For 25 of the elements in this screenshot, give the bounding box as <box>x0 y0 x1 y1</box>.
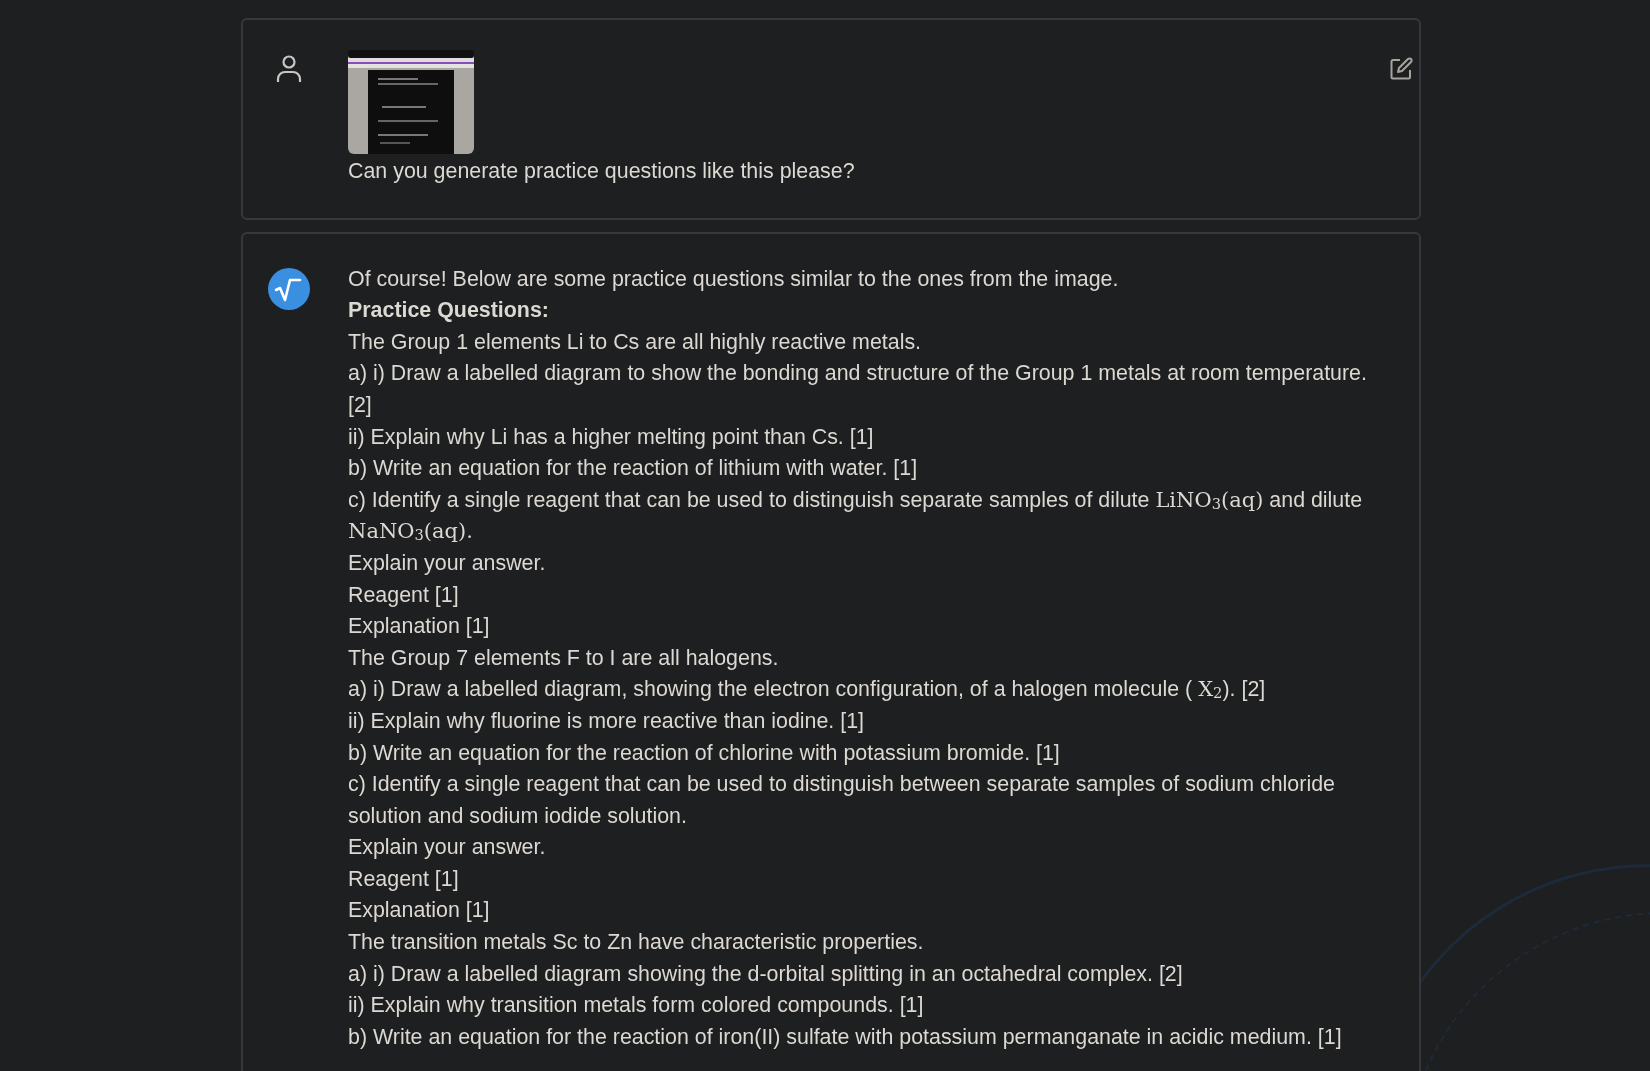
message-text: Explain your answer. <box>348 834 546 862</box>
message-text: ii) Explain why Li has a higher melting point than Cs. [1] <box>348 423 874 451</box>
message-text: Explanation [1] <box>348 613 490 641</box>
message-text: The Group 1 elements Li to Cs are all highly reactive metals. <box>348 328 922 356</box>
square-root-icon <box>268 267 310 310</box>
user-icon <box>276 54 302 84</box>
message-text: b) Write an equation for the reaction of chlorine with potassium bromide. [1] <box>348 739 1060 767</box>
message-text: b) Write an equation for the reaction of lithium with water. [1] <box>348 455 918 483</box>
message-text: ii) Explain why transition metals form colored compounds. [1] <box>348 992 924 1020</box>
message-text: Explanation [1] <box>348 897 490 925</box>
message-text: The transition metals Sc to Zn have characteristic properties. <box>348 929 924 957</box>
message-text: Of course! Below are some practice questions similar to the ones from the image. <box>348 265 1119 293</box>
edit-button[interactable] <box>1388 56 1414 82</box>
message-text: The Group 7 elements F to I are all halogens. <box>348 644 779 672</box>
message-text: Can you generate practice questions like this please? <box>348 158 855 185</box>
message-text: b) Write an equation for the reaction of iron(II) sulfate with potassium permanganate in acidic medium. [1] <box>348 1023 1342 1051</box>
message-text: c) Identify a single reagent that can be used to distinguish between separate samples of sodium chloride solution and sodium iodide solution. <box>348 771 1336 830</box>
message-text: a) i) Draw a labelled diagram showing the d-orbital splitting in an octahedral complex. [2] <box>348 960 1183 988</box>
message-text: Practice Questions: <box>348 297 549 325</box>
message-text: ii) Explain why fluorine is more reactive than iodine. [1] <box>348 707 864 735</box>
message-text: Explain your answer. <box>348 549 546 577</box>
message-text: a) i) Draw a labelled diagram, showing the electron configuration, of a halogen molecule ( X$_{2}$). [2] <box>348 676 1266 704</box>
message-text: Reagent [1] <box>348 865 459 893</box>
message-text: Reagent [1] <box>348 581 459 609</box>
message-text: c) Identify a single reagent that can be used to distinguish separate samples of dilute LiNO$_{3}$(aq) and dilute NaNO$_{3}$(aq). <box>348 486 1364 546</box>
